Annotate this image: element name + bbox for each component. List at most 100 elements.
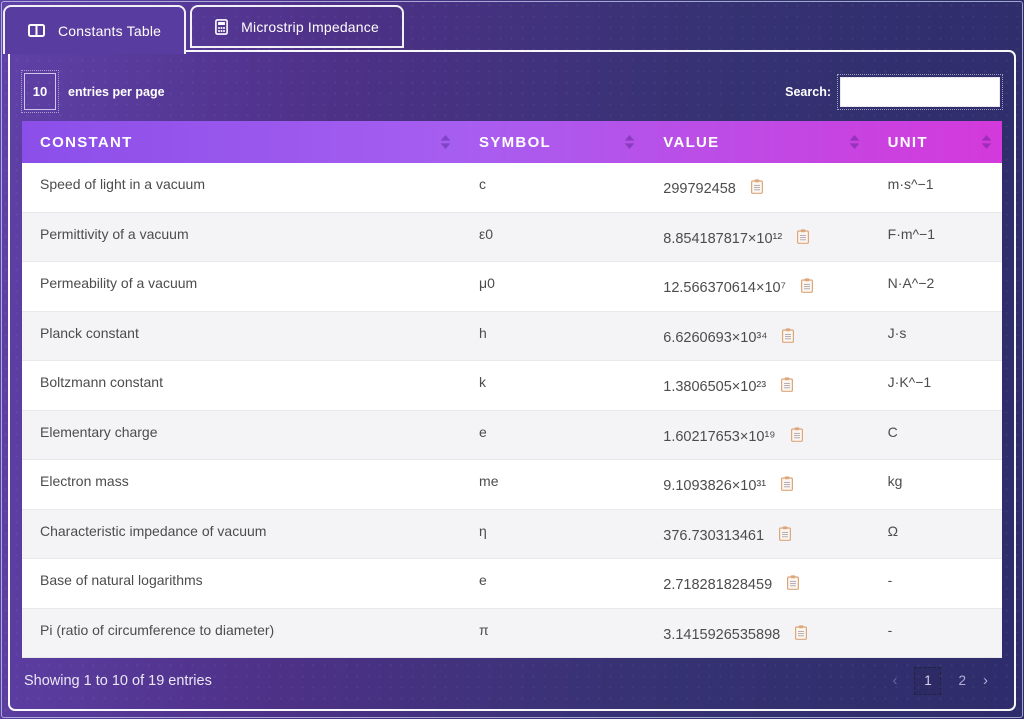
table-body: Speed of light in a vacuumc 299792458 m·s^…	[22, 163, 1002, 658]
table-header: CONSTANT SYMBOL VALUE	[22, 121, 1002, 163]
symbol-cell: e	[461, 411, 645, 460]
value-cell: 1.3806505×10²³	[645, 361, 869, 410]
copy-value-button[interactable]	[797, 229, 809, 244]
constant-cell: Electron mass	[22, 460, 461, 509]
tab-microstrip-impedance[interactable]: Microstrip Impedance	[190, 5, 404, 48]
clipboard-icon	[779, 526, 791, 541]
constant-cell: Boltzmann constant	[22, 361, 461, 410]
table-footer: Showing 1 to 10 of 19 entries ‹ 1 2 ›	[22, 658, 1002, 709]
clipboard-icon	[791, 427, 803, 442]
clipboard-icon	[751, 179, 763, 194]
copy-value-button[interactable]	[779, 526, 791, 541]
table-row: Permittivity of a vacuumε08.854187817×10…	[22, 213, 1002, 263]
symbol-cell: h	[461, 312, 645, 361]
constant-cell: Permeability of a vacuum	[22, 262, 461, 311]
tab-label: Constants Table	[58, 23, 161, 39]
entries-per-page-label: entries per page	[68, 85, 165, 99]
value-text: 12.566370614×10⁷	[663, 280, 786, 296]
symbol-cell: c	[461, 163, 645, 212]
column-header-value[interactable]: VALUE	[645, 121, 869, 163]
column-label: VALUE	[663, 134, 719, 151]
table-row: Characteristic impedance of vacuumη 376.7…	[22, 510, 1002, 560]
unit-cell: -	[870, 609, 1002, 658]
symbol-cell: e	[461, 559, 645, 608]
copy-value-button[interactable]	[801, 278, 813, 293]
constant-cell: Base of natural logarithms	[22, 559, 461, 608]
unit-cell: Ω	[870, 510, 1002, 559]
search-label: Search:	[785, 85, 831, 99]
value-text: 9.1093826×10³¹	[663, 478, 766, 494]
table-row: Permeability of a vacuumμ0 12.566370614×1…	[22, 262, 1002, 312]
tab-label: Microstrip Impedance	[241, 19, 379, 35]
table-status: Showing 1 to 10 of 19 entries	[24, 673, 212, 689]
symbol-cell: π	[461, 609, 645, 658]
unit-cell: F·m^−1	[870, 213, 1002, 262]
column-header-constant[interactable]: CONSTANT	[22, 121, 461, 163]
clipboard-icon	[781, 476, 793, 491]
copy-value-button[interactable]	[791, 427, 803, 442]
sort-icon	[624, 135, 635, 149]
clipboard-icon	[787, 575, 799, 590]
table-row: Planck constanth 6.6260693×10³⁴ J·s	[22, 312, 1002, 362]
value-text: 299792458	[663, 181, 736, 197]
app-root: Constants Table Microstrip Impedance 10	[0, 0, 1024, 719]
sort-icon	[849, 135, 860, 149]
constant-cell: Elementary charge	[22, 411, 461, 460]
constant-cell: Speed of light in a vacuum	[22, 163, 461, 212]
value-cell: 1.60217653×10¹⁹	[645, 411, 869, 460]
unit-cell: -	[870, 559, 1002, 608]
value-text: 376.730313461	[663, 528, 764, 544]
unit-cell: N·A^−2	[870, 262, 1002, 311]
copy-value-button[interactable]	[751, 179, 763, 194]
value-text: 1.60217653×10¹⁹	[663, 429, 775, 445]
value-cell: 6.6260693×10³⁴	[645, 312, 869, 361]
symbol-cell: μ0	[461, 262, 645, 311]
content-panel: 10 entries per page Search: CONSTANT SYM…	[8, 50, 1016, 711]
table-row: Boltzmann constantk1.3806505×10²³J·K^−1	[22, 361, 1002, 411]
clipboard-icon	[795, 625, 807, 640]
value-text: 1.3806505×10²³	[663, 379, 766, 395]
value-text: 8.854187817×10¹²	[663, 231, 782, 247]
search-input[interactable]	[840, 77, 1000, 107]
constant-cell: Planck constant	[22, 312, 461, 361]
tab-bar: Constants Table Microstrip Impedance	[0, 0, 1024, 50]
value-cell: 2.718281828459	[645, 559, 869, 608]
clipboard-icon	[797, 229, 809, 244]
unit-cell: m·s^−1	[870, 163, 1002, 212]
value-cell: 299792458	[645, 163, 869, 212]
value-cell: 9.1093826×10³¹	[645, 460, 869, 509]
copy-value-button[interactable]	[782, 328, 794, 343]
value-text: 2.718281828459	[663, 577, 772, 593]
unit-cell: J·K^−1	[870, 361, 1002, 410]
unit-cell: C	[870, 411, 1002, 460]
copy-value-button[interactable]	[787, 575, 799, 590]
table-icon	[28, 24, 45, 37]
pagination-page-2[interactable]: 2	[958, 673, 966, 688]
table-row: Base of natural logarithmse 2.71828182845…	[22, 559, 1002, 609]
value-cell: 376.730313461	[645, 510, 869, 559]
table-row: Pi (ratio of circumference to diameter)π…	[22, 609, 1002, 659]
table-toolbar: 10 entries per page Search:	[24, 73, 1000, 110]
clipboard-icon	[801, 278, 813, 293]
pagination-next-button[interactable]: ›	[983, 672, 988, 689]
column-header-unit[interactable]: UNIT	[870, 121, 1002, 163]
entries-per-page-select[interactable]: 10	[24, 73, 56, 110]
value-text: 6.6260693×10³⁴	[663, 330, 767, 346]
column-header-symbol[interactable]: SYMBOL	[461, 121, 645, 163]
unit-cell: J·s	[870, 312, 1002, 361]
unit-cell: kg	[870, 460, 1002, 509]
tab-constants-table[interactable]: Constants Table	[3, 5, 186, 54]
copy-value-button[interactable]	[781, 377, 793, 392]
constant-cell: Characteristic impedance of vacuum	[22, 510, 461, 559]
sort-icon	[440, 135, 451, 149]
entries-per-page-value: 10	[33, 84, 47, 99]
symbol-cell: η	[461, 510, 645, 559]
pagination-page-1[interactable]: 1	[914, 667, 941, 695]
pagination-prev-button[interactable]: ‹	[892, 672, 897, 689]
table-row: Speed of light in a vacuumc 299792458 m·s^…	[22, 163, 1002, 213]
copy-value-button[interactable]	[781, 476, 793, 491]
table-row: Electron massme9.1093826×10³¹kg	[22, 460, 1002, 510]
value-cell: 12.566370614×10⁷	[645, 262, 869, 311]
constant-cell: Permittivity of a vacuum	[22, 213, 461, 262]
copy-value-button[interactable]	[795, 625, 807, 640]
